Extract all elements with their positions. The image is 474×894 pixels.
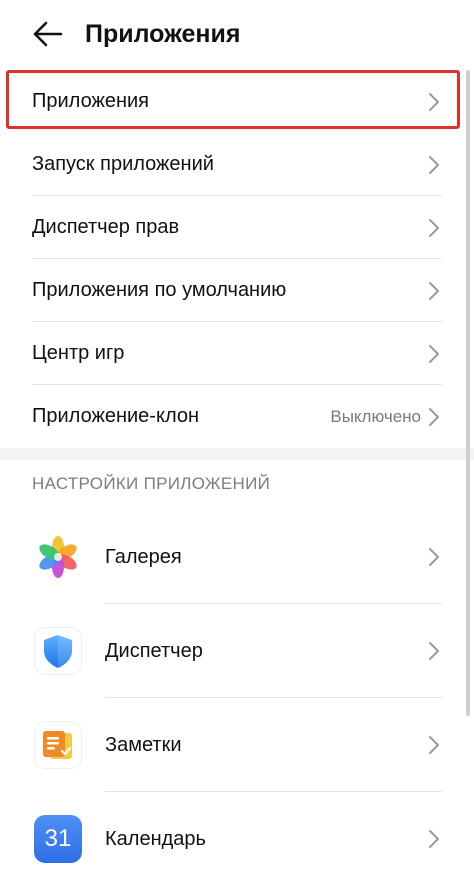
chevron-right-icon [429,282,439,300]
menu-item-app-twin[interactable]: Приложение-клон Выключено [0,385,474,448]
section-title: НАСТРОЙКИ ПРИЛОЖЕНИЙ [32,474,271,493]
app-bar: Приложения [0,0,474,68]
menu-item-label: Приложения [32,90,150,112]
app-item-gallery[interactable]: Галерея [0,510,474,604]
menu-item-default-apps[interactable]: Приложения по умолчанию [0,259,474,322]
app-twin-status: Выключено [330,407,421,426]
app-item-label: Диспетчер [105,640,203,662]
optimizer-shield-icon [34,627,82,675]
menu-item-apps[interactable]: Приложения [0,70,474,133]
arrow-left-icon [33,21,63,47]
section-separator [0,448,474,460]
chevron-right-icon [429,736,439,754]
menu-item-permissions[interactable]: Диспетчер прав [0,196,474,259]
chevron-right-icon [429,548,439,566]
apps-menu-list: Приложения Запуск приложений Диспетчер п… [0,70,474,448]
menu-item-label: Запуск приложений [32,153,214,175]
app-item-calendar[interactable]: 31 Календарь [0,792,474,886]
back-button[interactable] [26,14,70,54]
notes-icon [34,721,82,769]
app-item-notes[interactable]: Заметки [0,698,474,792]
chevron-right-icon [429,93,439,111]
menu-item-label: Диспетчер прав [32,216,180,238]
app-item-label: Заметки [105,734,182,756]
scrollbar[interactable] [466,70,470,716]
chevron-right-icon [429,642,439,660]
calendar-icon-date: 31 [44,825,72,852]
page-title: Приложения [85,20,241,48]
menu-item-game-center[interactable]: Центр игр [0,322,474,385]
chevron-right-icon [429,830,439,848]
app-settings-list: Галерея Диспетчер Заметки 31 Календарь [0,510,474,886]
menu-item-label: Приложения по умолчанию [32,279,287,301]
calendar-icon: 31 [34,815,82,863]
app-item-label: Календарь [105,828,206,850]
app-item-label: Галерея [105,546,182,568]
menu-item-label: Центр игр [32,342,125,364]
chevron-right-icon [429,345,439,363]
chevron-right-icon [429,408,439,426]
menu-item-label: Приложение-клон [32,405,200,427]
chevron-right-icon [429,156,439,174]
app-item-optimizer[interactable]: Диспетчер [0,604,474,698]
menu-item-app-launch[interactable]: Запуск приложений [0,133,474,196]
gallery-icon [34,533,82,581]
chevron-right-icon [429,219,439,237]
